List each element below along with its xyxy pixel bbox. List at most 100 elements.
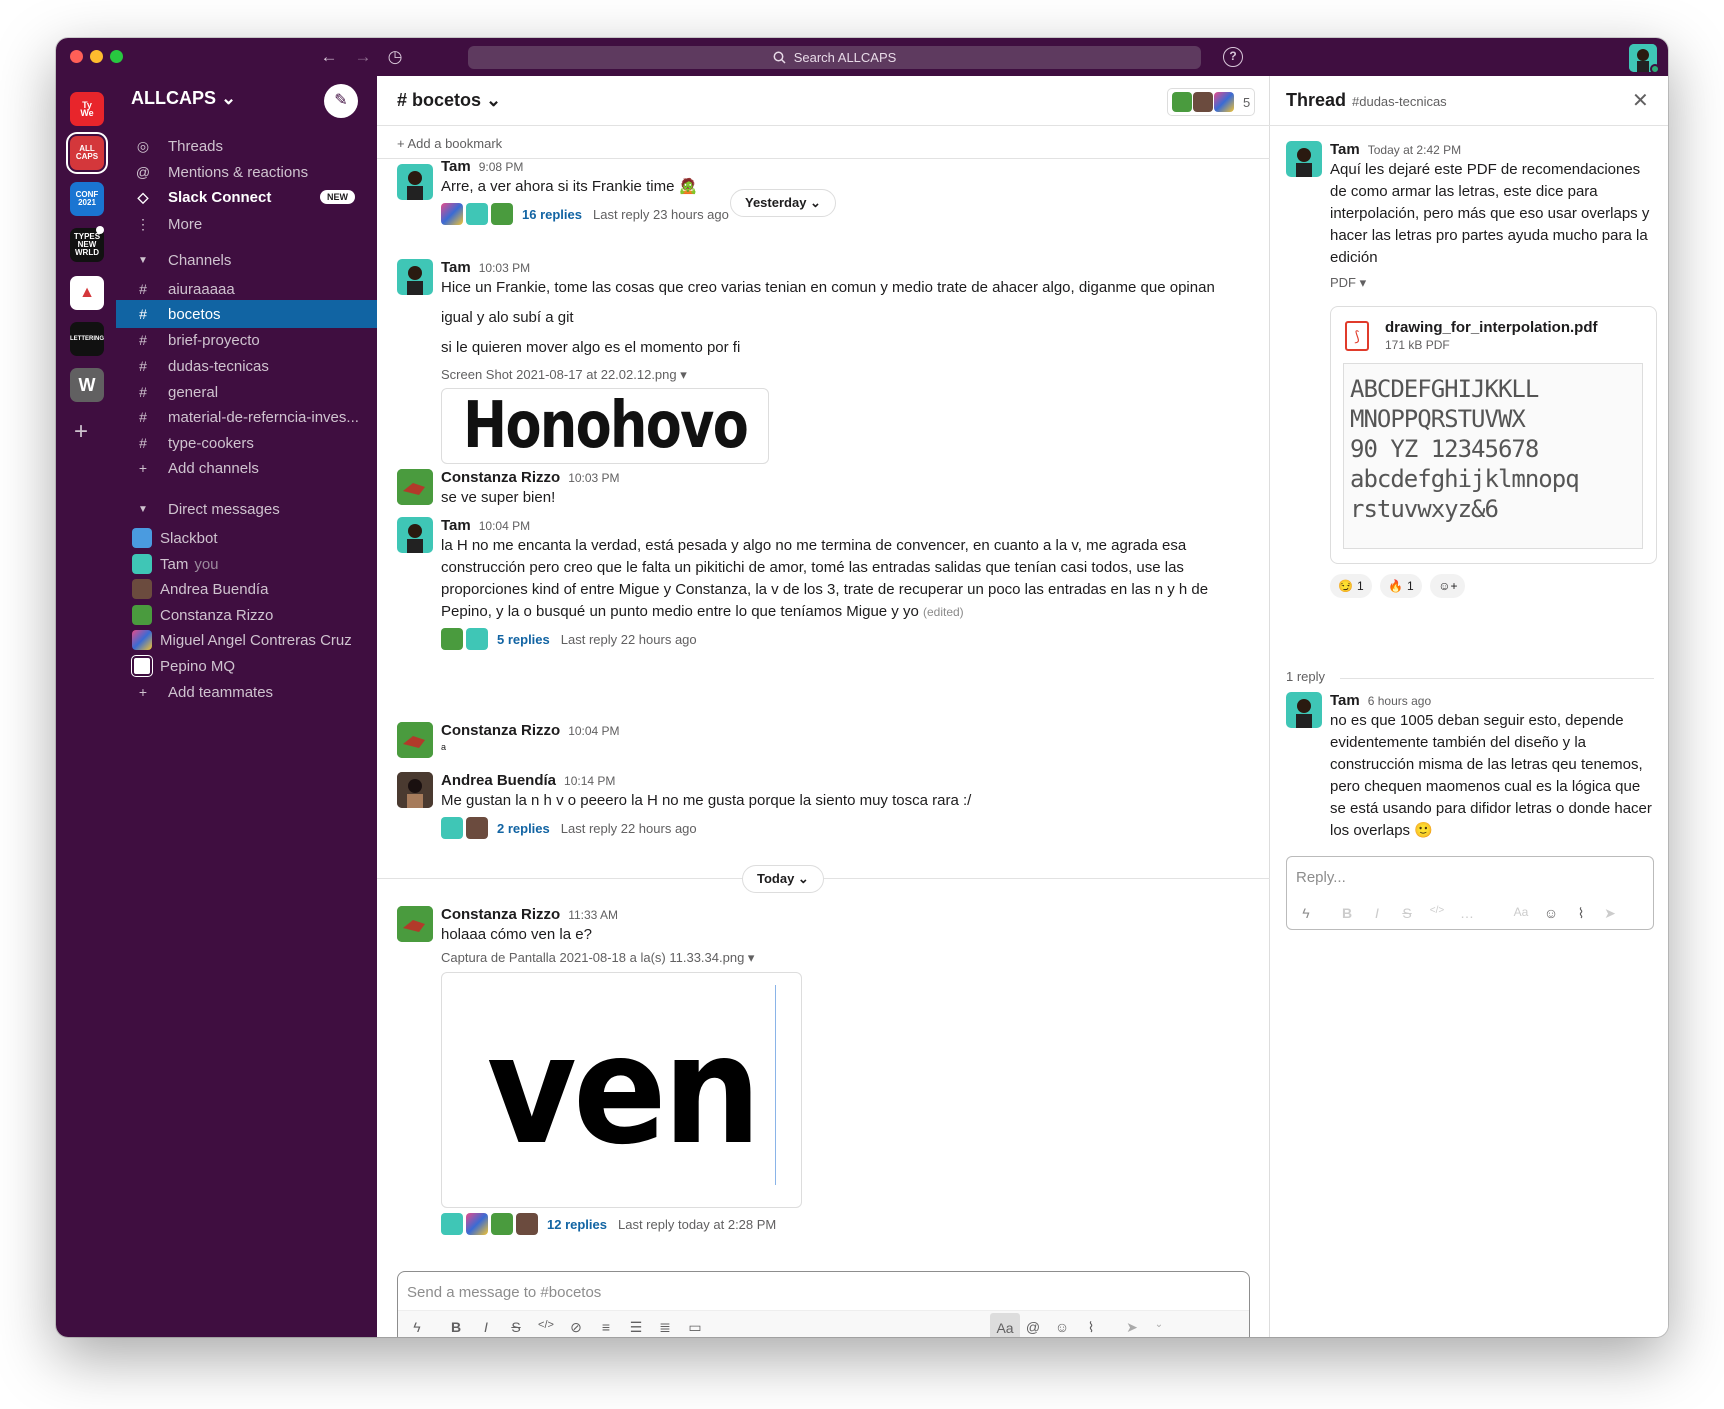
ordered-list-icon[interactable]: ≡: [596, 1319, 616, 1335]
workspace-lettering[interactable]: LETTERING: [70, 322, 104, 356]
send-options-icon[interactable]: ⌄: [1149, 1319, 1169, 1330]
threads-icon: ◎: [136, 137, 150, 154]
send-icon[interactable]: ➤: [1600, 905, 1620, 922]
send-icon[interactable]: ➤: [1122, 1319, 1142, 1336]
pdf-attachment[interactable]: ⟆ drawing_for_interpolation.pdf 171 kB P…: [1330, 306, 1657, 564]
caret-down-icon: ▼: [138, 254, 148, 266]
emoji-icon[interactable]: ☺: [1541, 905, 1561, 921]
thread-reply-composer[interactable]: Reply... ϟ B I S </> … Aa ☺ ⌇ ➤: [1286, 856, 1654, 930]
image-attachment[interactable]: ven: [441, 972, 802, 1208]
more-formatting-icon[interactable]: …: [1457, 905, 1477, 921]
sidebar-channel-general[interactable]: # general: [116, 378, 377, 406]
file-type-toggle[interactable]: PDF ▾: [1330, 275, 1656, 291]
sidebar-item-slack-connect[interactable]: ◇ Slack Connect NEW: [116, 183, 377, 211]
message-composer[interactable]: Send a message to #bocetos ϟ B I S </> ⊘…: [397, 1271, 1250, 1337]
add-reaction-icon[interactable]: ☺+: [1430, 574, 1466, 598]
composer-input[interactable]: Send a message to #bocetos: [407, 1284, 601, 1301]
channel-title[interactable]: # bocetos ⌄: [397, 90, 501, 111]
code-block-icon[interactable]: ▭: [685, 1319, 705, 1336]
at-icon: @: [135, 164, 151, 180]
file-name[interactable]: Captura de Pantalla 2021-08-18 a la(s) 1…: [441, 950, 1261, 966]
sidebar-channel-aiuraaaaa[interactable]: # aiuraaaaa: [116, 275, 377, 303]
thread-replies[interactable]: 5 replies Last reply 22 hours ago: [441, 626, 1231, 652]
tam-avatar: [1286, 692, 1322, 728]
add-channels-button[interactable]: + Add channels: [116, 454, 377, 482]
workspace-hat[interactable]: ▲: [70, 276, 104, 310]
dm-item-constanza[interactable]: Constanza Rizzo: [116, 601, 377, 629]
forward-arrow-icon[interactable]: →: [352, 47, 374, 67]
workspace-name[interactable]: ALLCAPS ⌄: [131, 88, 236, 109]
thread-replies[interactable]: 16 replies Last reply 23 hours ago: [441, 201, 1261, 227]
dm-section-header[interactable]: ▼ Direct messages: [116, 495, 377, 523]
formatting-toggle-icon[interactable]: Aa: [1511, 905, 1531, 919]
formatting-toggle-icon[interactable]: Aa: [990, 1313, 1020, 1337]
workspace-conference[interactable]: CONF 2021: [70, 182, 104, 216]
search-bar[interactable]: Search ALLCAPS: [468, 46, 1201, 69]
thread-replies[interactable]: 12 replies Last reply today at 2:28 PM: [441, 1211, 1261, 1237]
sidebar-channel-type-cookers[interactable]: # type-cookers: [116, 429, 377, 457]
sidebar-item-mentions[interactable]: @ Mentions & reactions: [116, 158, 377, 186]
sidebar-channel-material[interactable]: # material-de-referncia-inves...: [116, 403, 377, 431]
link-icon[interactable]: ⊘: [566, 1319, 586, 1336]
date-divider-yesterday[interactable]: Yesterday ⌄: [730, 189, 836, 217]
reply-input[interactable]: Reply...: [1296, 869, 1346, 886]
members-button[interactable]: 5: [1167, 88, 1255, 116]
workspace-allcaps[interactable]: ALL CAPS: [70, 136, 104, 170]
close-icon[interactable]: ✕: [1632, 88, 1649, 113]
emoji-icon[interactable]: ☺: [1052, 1319, 1072, 1335]
zoom-window-button[interactable]: [110, 50, 123, 63]
help-icon[interactable]: ?: [1223, 47, 1243, 67]
dm-item-pepino[interactable]: Pepino MQ: [116, 652, 377, 680]
back-arrow-icon[interactable]: ←: [318, 47, 340, 67]
add-teammates-button[interactable]: + Add teammates: [116, 678, 377, 706]
thread-reply-message: Tam 6 hours ago no es que 1005 deban segu…: [1286, 692, 1656, 852]
strikethrough-icon[interactable]: S: [1397, 905, 1417, 921]
sidebar-channel-dudas-tecnicas[interactable]: # dudas-tecnicas: [116, 352, 377, 380]
sidebar-item-threads[interactable]: ◎ Threads: [116, 132, 377, 160]
reaction-smirk[interactable]: 😏 1: [1330, 574, 1372, 598]
shortcuts-icon[interactable]: ϟ: [1296, 905, 1316, 921]
compose-icon[interactable]: ✎: [324, 84, 358, 118]
guide-line: [775, 985, 776, 1185]
dm-item-slackbot[interactable]: Slackbot: [116, 524, 377, 552]
add-workspace-icon[interactable]: +: [74, 418, 88, 446]
italic-icon[interactable]: I: [476, 1319, 496, 1335]
blockquote-icon[interactable]: ≣: [655, 1319, 675, 1336]
history-clock-icon[interactable]: ◷: [384, 47, 406, 67]
strikethrough-icon[interactable]: S: [506, 1319, 526, 1335]
tam-avatar: [397, 517, 433, 553]
file-name[interactable]: Screen Shot 2021-08-17 at 22.02.12.png ▾: [441, 367, 1261, 383]
dm-item-andrea[interactable]: Andrea Buendía: [116, 575, 377, 603]
workspace-w[interactable]: W: [70, 368, 104, 402]
thread-channel[interactable]: #dudas-tecnicas: [1352, 94, 1447, 109]
pdf-preview[interactable]: ABCDEFGHIJKKLL MNOPPQRSTUVWX 90 YZ 12345…: [1343, 363, 1643, 549]
minimize-window-button[interactable]: [90, 50, 103, 63]
bold-icon[interactable]: B: [1337, 905, 1357, 921]
workspace-type-week[interactable]: Ty We: [70, 92, 104, 126]
add-bookmark-button[interactable]: + Add a bookmark: [397, 136, 502, 151]
sidebar-channel-bocetos[interactable]: # bocetos: [116, 300, 377, 328]
reaction-fire[interactable]: 🔥 1: [1380, 574, 1422, 598]
reply-avatar: [491, 203, 513, 225]
thread-replies[interactable]: 2 replies Last reply 22 hours ago: [441, 815, 1261, 841]
mention-icon[interactable]: @: [1023, 1319, 1043, 1335]
attach-icon[interactable]: ⌇: [1571, 905, 1591, 922]
sidebar-channel-brief-proyecto[interactable]: # brief-proyecto: [116, 326, 377, 354]
shortcuts-icon[interactable]: ϟ: [407, 1319, 427, 1335]
code-icon[interactable]: </>: [536, 1319, 556, 1331]
close-window-button[interactable]: [70, 50, 83, 63]
pdf-file-name[interactable]: drawing_for_interpolation.pdf: [1385, 319, 1598, 336]
reply-avatar: [491, 1213, 513, 1235]
code-icon[interactable]: </>: [1427, 905, 1447, 916]
dm-item-tam[interactable]: Tam you: [116, 550, 377, 578]
reply-avatar: [466, 203, 488, 225]
italic-icon[interactable]: I: [1367, 905, 1387, 921]
date-divider-today[interactable]: Today ⌄: [742, 865, 824, 893]
image-attachment[interactable]: Honohovo: [441, 388, 769, 464]
channels-section-header[interactable]: ▼ Channels: [116, 246, 377, 274]
sidebar-item-more[interactable]: ⋮ More: [116, 210, 377, 238]
bulleted-list-icon[interactable]: ☰: [626, 1319, 646, 1336]
dm-item-miguel[interactable]: Miguel Angel Contreras Cruz: [116, 626, 377, 654]
bold-icon[interactable]: B: [446, 1319, 466, 1335]
attach-icon[interactable]: ⌇: [1081, 1319, 1101, 1336]
